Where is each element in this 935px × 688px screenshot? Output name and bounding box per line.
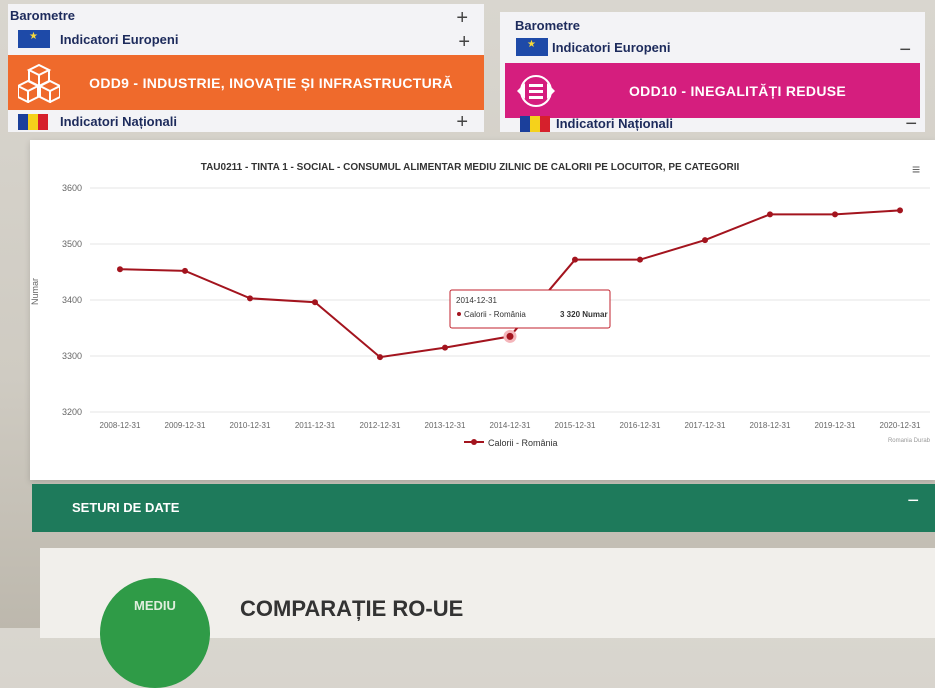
comparison-title: COMPARAȚIE RO-UE: [240, 596, 464, 621]
x-tick-label: 2013-12-31: [425, 421, 466, 430]
data-point[interactable]: [832, 211, 838, 218]
x-tick-label: 2020-12-31: [880, 421, 921, 430]
chart-menu-icon[interactable]: ≡: [912, 161, 920, 177]
expand-eu-plus-icon[interactable]: +: [458, 32, 470, 52]
legend-label: Calorii - România: [488, 438, 558, 448]
line-chart: TAU0211 - TINTA 1 - SOCIAL - CONSUMUL AL…: [30, 161, 931, 448]
tooltip-date: 2014-12-31: [456, 296, 497, 305]
legend-marker: [471, 439, 477, 445]
x-tick-label: 2015-12-31: [555, 421, 596, 430]
x-tick-label: 2011-12-31: [295, 421, 336, 430]
odd10-title: ODD10 - INEGALITĂȚI REDUSE: [628, 82, 847, 99]
expand-barometre-plus-icon[interactable]: +: [456, 8, 468, 28]
data-point[interactable]: [637, 256, 643, 263]
x-tick-label: 2017-12-31: [685, 421, 726, 430]
comparison-card: MEDIU COMPARAȚIE RO-UE: [40, 548, 935, 688]
collapse-eu-minus-icon[interactable]: −: [899, 40, 911, 60]
mediu-badge: MEDIU: [100, 578, 210, 688]
x-tick-label: 2009-12-31: [165, 421, 206, 430]
data-point[interactable]: [182, 267, 188, 274]
barometre-label: Barometre: [10, 8, 76, 23]
eu-flag-icon: [516, 38, 548, 56]
data-point[interactable]: [897, 207, 903, 214]
tooltip-value: 3 320 Numar: [560, 310, 608, 319]
data-point[interactable]: [442, 344, 448, 351]
collapse-national-minus-icon[interactable]: −: [905, 114, 917, 134]
ro-flag-icon: [520, 116, 550, 132]
x-tick-label: 2016-12-31: [620, 421, 661, 430]
x-tick-label: 2010-12-31: [230, 421, 271, 430]
legend[interactable]: Calorii - România: [464, 438, 558, 448]
datasets-label: SETURI DE DATE: [72, 500, 180, 515]
expand-national-plus-icon[interactable]: +: [456, 112, 468, 132]
data-point[interactable]: [572, 256, 578, 263]
data-point[interactable]: [377, 354, 383, 361]
odd9-title: ODD9 - INDUSTRIE, INOVAȚIE ȘI INFRASTRUC…: [89, 74, 453, 91]
odd10-banner[interactable]: ODD10 - INEGALITĂȚI REDUSE: [505, 63, 920, 118]
tooltip: 2014-12-31 Calorii - România 3 320 Numar: [449, 289, 611, 329]
eu-flag-icon: [18, 30, 50, 48]
data-point[interactable]: [247, 295, 253, 302]
odd10-panel: Barometre Indicatori Europeni − ODD10 - …: [500, 12, 925, 134]
national-indicators-label[interactable]: Indicatori Naționali: [556, 116, 673, 131]
mediu-badge-label: MEDIU: [134, 598, 176, 613]
y-tick-label: 3400: [62, 295, 82, 305]
equality-arrows-icon: [517, 75, 555, 107]
y-tick-label: 3300: [62, 351, 82, 361]
datasets-bar[interactable]: SETURI DE DATE −: [32, 484, 935, 532]
odd9-panel: Barometre + Indicatori Europeni + ODD9 -…: [8, 4, 484, 132]
odd9-banner[interactable]: ODD9 - INDUSTRIE, INOVAȚIE ȘI INFRASTRUC…: [8, 55, 484, 110]
data-point[interactable]: [117, 266, 123, 273]
ro-flag-icon: [18, 114, 48, 130]
cubes-icon: [18, 63, 60, 103]
chart-credit: Romania Durab: [888, 438, 931, 444]
eu-indicators-label[interactable]: Indicatori Europeni: [60, 32, 178, 47]
x-tick-label: 2014-12-31: [490, 421, 531, 430]
y-tick-label: 3600: [62, 183, 82, 193]
data-point[interactable]: [503, 329, 517, 343]
y-tick-label: 3500: [62, 239, 82, 249]
x-tick-label: 2019-12-31: [815, 421, 856, 430]
tooltip-series: Calorii - România: [464, 310, 526, 319]
x-tick-label: 2008-12-31: [100, 421, 141, 430]
y-axis-label: Numar: [30, 278, 40, 305]
chart-card: TAU0211 - TINTA 1 - SOCIAL - CONSUMUL AL…: [30, 140, 935, 480]
national-indicators-label[interactable]: Indicatori Naționali: [60, 114, 177, 129]
x-tick-label: 2012-12-31: [360, 421, 401, 430]
y-tick-label: 3200: [62, 407, 82, 417]
chart-title: TAU0211 - TINTA 1 - SOCIAL - CONSUMUL AL…: [201, 162, 740, 173]
tooltip-marker: [457, 312, 461, 316]
collapse-minus-icon[interactable]: −: [907, 490, 919, 513]
data-point[interactable]: [702, 237, 708, 244]
eu-indicators-label[interactable]: Indicatori Europeni: [552, 40, 670, 55]
data-point[interactable]: [767, 211, 773, 218]
barometre-label: Barometre: [515, 18, 581, 33]
x-tick-label: 2018-12-31: [750, 421, 791, 430]
data-point[interactable]: [312, 299, 318, 306]
